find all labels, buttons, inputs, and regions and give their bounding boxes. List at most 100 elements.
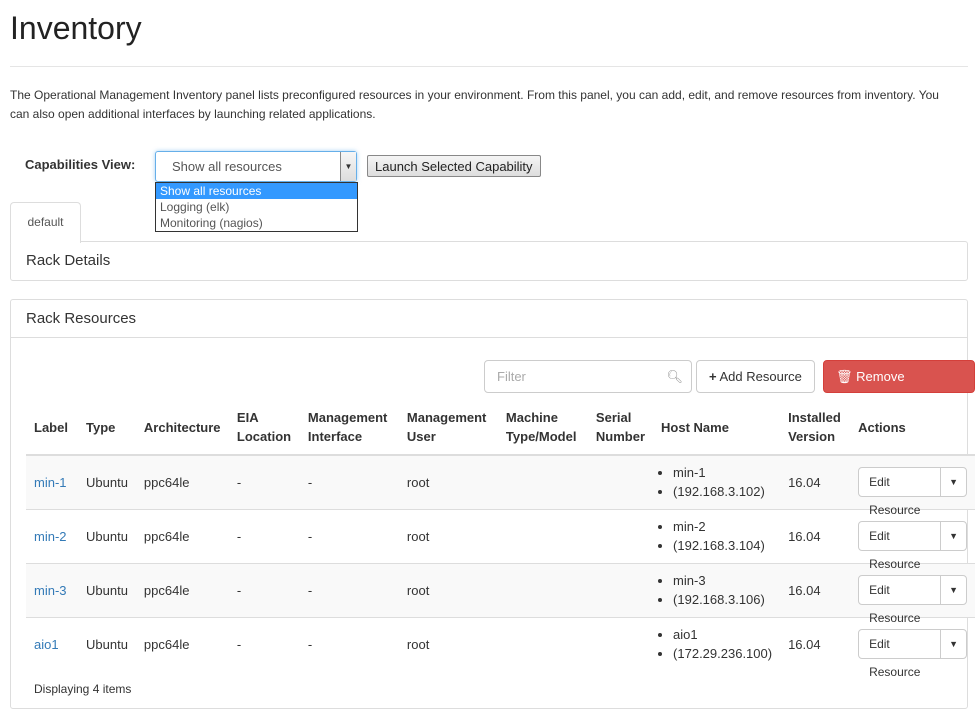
chevron-down-icon[interactable]: ▼ [940,522,966,550]
item-count: Displaying 4 items [34,682,132,696]
search-icon: 🔍︎ [666,369,683,384]
col-serial-number[interactable]: Serial Number [587,400,654,456]
cell-model [497,616,588,671]
cell-model [497,508,588,563]
cell-serial [587,454,654,509]
chevron-down-icon[interactable]: ▼ [340,152,356,181]
edit-resource-button[interactable]: Edit Resource [859,468,940,517]
cell-architecture: ppc64le [135,454,229,509]
edit-resource-split-button: Edit Resource ▼ [858,575,967,625]
cell-architecture: ppc64le [135,616,229,671]
host-ip: (192.168.3.104) [673,536,772,555]
col-management-user[interactable]: Management User [398,400,498,456]
cell-mgmt-user: root [398,616,498,671]
cell-mgmt-user: root [398,508,498,563]
rack-details-panel: Rack Details [10,241,968,281]
cell-architecture: ppc64le [135,508,229,563]
capabilities-select[interactable]: Show all resources ▼ [155,151,357,182]
host-name: min-3 [673,571,772,590]
add-resource-label: Add Resource [719,369,802,384]
col-eia-location[interactable]: EIA Location [228,400,300,456]
option-logging[interactable]: Logging (elk) [156,199,357,215]
cell-host: min-1(192.168.3.102) [653,454,781,509]
edit-resource-split-button: Edit Resource ▼ [858,467,967,517]
host-name: min-1 [673,463,772,482]
capabilities-dropdown: Show all resources Logging (elk) Monitor… [155,182,358,232]
filter-input[interactable]: Filter 🔍︎ [484,360,692,393]
cell-label: min-1 [26,454,78,509]
chevron-down-icon[interactable]: ▼ [940,576,966,604]
cell-mgmt-interface: - [299,508,399,563]
resource-link[interactable]: min-2 [34,529,67,544]
cell-mgmt-user: root [398,562,498,617]
cell-actions: Edit Resource ▼ [850,454,975,517]
trash-icon: 🗑︎ [836,369,853,384]
edit-resource-button[interactable]: Edit Resource [859,630,940,679]
rack-resources-heading: Rack Resources [11,300,967,338]
col-management-interface[interactable]: Management Interface [299,400,399,456]
chevron-down-icon[interactable]: ▼ [940,630,966,659]
cell-label: min-2 [26,508,78,563]
cell-eia: - [228,562,300,617]
edit-resource-button[interactable]: Edit Resource [859,522,940,571]
host-ip: (192.168.3.102) [673,482,772,501]
edit-resource-button[interactable]: Edit Resource [859,576,940,625]
cell-host: aio1(172.29.236.100) [653,616,781,671]
capabilities-label: Capabilities View: [25,157,136,172]
option-show-all[interactable]: Show all resources [156,183,357,199]
resource-link[interactable]: min-1 [34,475,67,490]
page-title: Inventory [10,10,142,46]
cell-architecture: ppc64le [135,562,229,617]
cell-model [497,562,588,617]
table-row: min-3 Ubuntu ppc64le - - root min-3(192.… [26,562,975,625]
chevron-down-icon[interactable]: ▼ [940,468,966,497]
edit-resource-split-button: Edit Resource ▼ [858,629,967,679]
plus-icon: + [709,369,717,384]
cell-host: min-2(192.168.3.104) [653,508,781,563]
host-name: min-2 [673,517,772,536]
resource-link[interactable]: min-3 [34,583,67,598]
col-label[interactable]: Label [26,400,78,456]
col-installed-version[interactable]: Installed Version [780,400,851,456]
cell-version: 16.04 [780,616,851,671]
cell-model [497,454,588,509]
cell-mgmt-interface: - [299,616,399,671]
resource-link[interactable]: aio1 [34,637,59,652]
cell-type: Ubuntu [78,454,136,509]
cell-eia: - [228,616,300,671]
cell-version: 16.04 [780,562,851,617]
tab-default[interactable]: default [10,202,81,243]
cell-eia: - [228,508,300,563]
cell-type: Ubuntu [78,562,136,617]
col-host-name[interactable]: Host Name [653,400,781,456]
cell-type: Ubuntu [78,616,136,671]
cell-version: 16.04 [780,508,851,563]
host-name: aio1 [673,625,772,644]
cell-label: aio1 [26,616,78,671]
divider [10,66,968,67]
cell-mgmt-user: root [398,454,498,509]
table-row: min-2 Ubuntu ppc64le - - root min-2(192.… [26,508,975,571]
remove-resources-button[interactable]: 🗑︎ Remove Resources [823,360,975,415]
cell-version: 16.04 [780,454,851,509]
table-row: aio1 Ubuntu ppc64le - - root aio1(172.29… [26,616,975,679]
cell-eia: - [228,454,300,509]
edit-resource-split-button: Edit Resource ▼ [858,521,967,571]
cell-host: min-3(192.168.3.106) [653,562,781,617]
add-resource-button[interactable]: + Add Resource [696,360,815,393]
col-architecture[interactable]: Architecture [135,400,229,456]
host-ip: (192.168.3.106) [673,590,772,609]
launch-capability-button[interactable]: Launch Selected Capability [367,155,541,177]
rack-details-heading[interactable]: Rack Details [11,242,967,280]
col-actions: Actions [850,400,975,456]
option-monitoring[interactable]: Monitoring (nagios) [156,215,357,231]
cell-mgmt-interface: - [299,562,399,617]
col-machine-type[interactable]: Machine Type/Model [497,400,588,456]
capabilities-selected: Show all resources [172,159,282,174]
cell-serial [587,562,654,617]
col-type[interactable]: Type [78,400,136,456]
cell-label: min-3 [26,562,78,617]
page-description: The Operational Management Inventory pan… [10,88,939,121]
cell-serial [587,508,654,563]
host-ip: (172.29.236.100) [673,644,772,663]
